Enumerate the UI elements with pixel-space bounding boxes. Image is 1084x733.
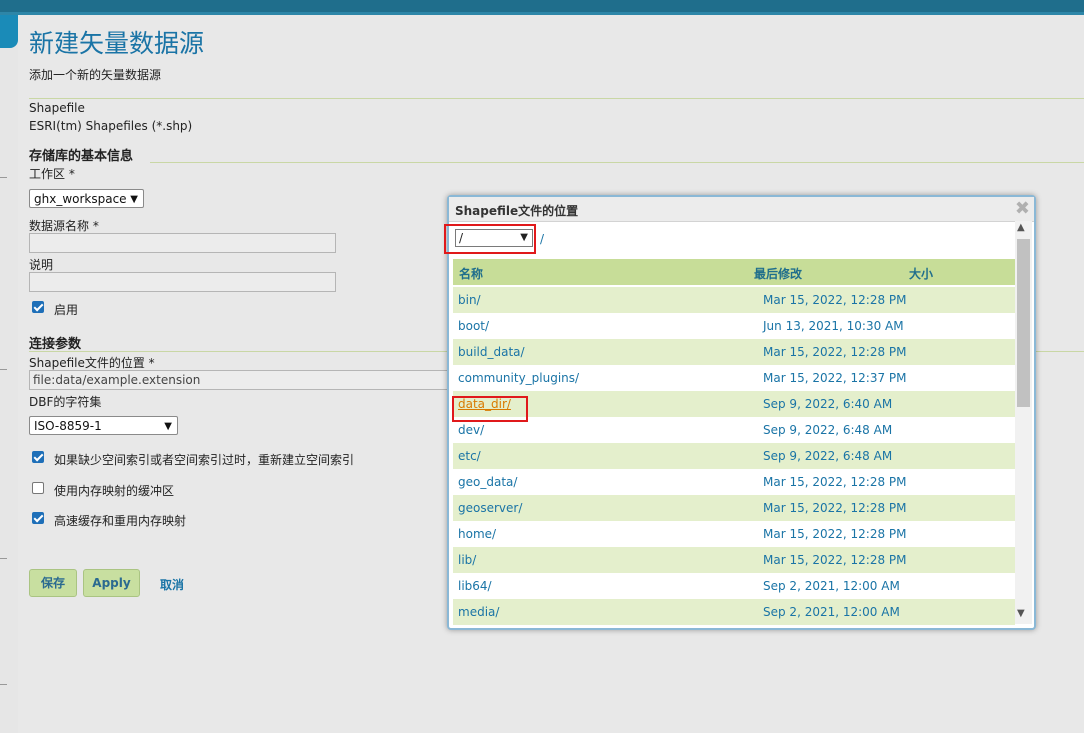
table-row[interactable]: boot/Jun 13, 2021, 10:30 AM	[453, 313, 1015, 339]
datasource-name-label: 数据源名称 *	[29, 219, 99, 233]
last-modified: Mar 15, 2022, 12:28 PM	[763, 293, 907, 307]
file-name-link[interactable]: geoserver/	[458, 501, 522, 515]
store-type-name: Shapefile	[29, 101, 85, 115]
last-modified: Sep 2, 2021, 12:00 AM	[763, 579, 900, 593]
rebuild-index-checkbox[interactable]	[32, 451, 44, 463]
rebuild-index-label: 如果缺少空间索引或者空间索引过时，重新建立空间索引	[54, 453, 355, 467]
file-name-link[interactable]: home/	[458, 527, 496, 541]
table-row[interactable]: etc/Sep 9, 2022, 6:48 AM	[453, 443, 1015, 469]
last-modified: Sep 2, 2021, 12:00 AM	[763, 605, 900, 619]
top-bar	[0, 0, 1084, 12]
table-row[interactable]: home/Mar 15, 2022, 12:28 PM	[453, 521, 1015, 547]
connection-params-heading: 连接参数	[29, 337, 82, 352]
workspace-label: 工作区 *	[29, 167, 75, 181]
table-row[interactable]: community_plugins/Mar 15, 2022, 12:37 PM	[453, 365, 1015, 391]
charset-select[interactable]: ISO-8859-1 ▼	[29, 416, 178, 435]
file-name-link[interactable]: bin/	[458, 293, 481, 307]
file-name-link[interactable]: geo_data/	[458, 475, 517, 489]
enabled-checkbox[interactable]	[32, 301, 44, 313]
save-button[interactable]: 保存	[29, 569, 77, 597]
file-chooser-dialog: Shapefile文件的位置 ✖ / ▼ / 名称 最后修改 大小 bin/Ma…	[444, 195, 1036, 630]
margin-tick	[0, 558, 7, 559]
workspace-select-value: ghx_workspace	[34, 192, 127, 206]
divider	[150, 162, 1084, 163]
cache-memory-maps-label: 高速缓存和重用内存映射	[54, 514, 187, 528]
left-edge-tab	[0, 15, 18, 48]
margin-tick	[0, 369, 7, 370]
page-title: 新建矢量数据源	[29, 29, 205, 58]
margin-tick	[0, 684, 7, 685]
shapefile-location-input[interactable]: file:data/example.extension	[29, 370, 449, 390]
highlight-box	[444, 224, 536, 254]
memory-mapped-label: 使用内存映射的缓冲区	[54, 484, 175, 498]
last-modified: Sep 9, 2022, 6:48 AM	[763, 449, 893, 463]
last-modified: Mar 15, 2022, 12:28 PM	[763, 475, 907, 489]
column-header-size[interactable]: 大小	[909, 265, 933, 282]
table-row[interactable]: geoserver/Mar 15, 2022, 12:28 PM	[453, 495, 1015, 521]
last-modified: Mar 15, 2022, 12:28 PM	[763, 553, 907, 567]
scroll-down-icon[interactable]: ▼	[1017, 608, 1025, 619]
last-modified: Mar 15, 2022, 12:28 PM	[763, 501, 907, 515]
enabled-label: 启用	[54, 303, 79, 317]
file-name-link[interactable]: media/	[458, 605, 499, 619]
table-row[interactable]: dev/Sep 9, 2022, 6:48 AM	[453, 417, 1015, 443]
current-path[interactable]: /	[540, 232, 544, 246]
table-row[interactable]: bin/Mar 15, 2022, 12:28 PM	[453, 287, 1015, 313]
charset-select-value: ISO-8859-1	[34, 419, 102, 433]
last-modified: Mar 15, 2022, 12:37 PM	[763, 371, 907, 385]
cache-memory-maps-checkbox[interactable]	[32, 512, 44, 524]
table-row[interactable]: build_data/Mar 15, 2022, 12:28 PM	[453, 339, 1015, 365]
description-input[interactable]	[29, 272, 336, 292]
table-row[interactable]: lib64/Sep 2, 2021, 12:00 AM	[453, 573, 1015, 599]
last-modified: Sep 9, 2022, 6:48 AM	[763, 423, 893, 437]
divider	[29, 98, 1084, 99]
last-modified: Mar 15, 2022, 12:28 PM	[763, 345, 907, 359]
table-row[interactable]: data_dir/Sep 9, 2022, 6:40 AM	[453, 391, 1015, 417]
file-name-link[interactable]: boot/	[458, 319, 489, 333]
store-type-description: ESRI(tm) Shapefiles (*.shp)	[29, 119, 193, 133]
scrollbar-thumb[interactable]	[1017, 239, 1030, 407]
file-name-link[interactable]: lib/	[458, 553, 476, 567]
memory-mapped-checkbox[interactable]	[32, 482, 44, 494]
last-modified: Sep 9, 2022, 6:40 AM	[763, 397, 893, 411]
dialog-title: Shapefile文件的位置	[455, 204, 579, 218]
close-icon[interactable]: ✖	[1015, 198, 1030, 219]
page-subtitle: 添加一个新的矢量数据源	[29, 68, 162, 82]
datasource-name-input[interactable]	[29, 233, 336, 253]
table-header: 名称 最后修改 大小	[453, 259, 1015, 285]
file-name-link[interactable]: build_data/	[458, 345, 525, 359]
apply-button[interactable]: Apply	[83, 569, 140, 597]
shapefile-location-label: Shapefile文件的位置 *	[29, 356, 155, 370]
dialog-header: Shapefile文件的位置 ✖	[449, 197, 1034, 222]
dialog-scrollbar[interactable]: ▲ ▼	[1015, 221, 1032, 624]
table-row[interactable]: lib/Mar 15, 2022, 12:28 PM	[453, 547, 1015, 573]
column-header-name[interactable]: 名称	[459, 265, 483, 282]
file-name-link[interactable]: etc/	[458, 449, 481, 463]
dbf-charset-label: DBF的字符集	[29, 395, 102, 409]
last-modified: Jun 13, 2021, 10:30 AM	[763, 319, 904, 333]
chevron-down-icon: ▼	[164, 421, 172, 432]
file-name-link[interactable]: dev/	[458, 423, 484, 437]
last-modified: Mar 15, 2022, 12:28 PM	[763, 527, 907, 541]
workspace-select[interactable]: ghx_workspace ▼	[29, 189, 144, 208]
description-label: 说明	[29, 258, 54, 272]
scroll-up-icon[interactable]: ▲	[1017, 222, 1025, 233]
file-name-link[interactable]: community_plugins/	[458, 371, 579, 385]
highlight-box	[452, 396, 528, 422]
basic-info-heading: 存储库的基本信息	[29, 149, 134, 164]
cancel-link[interactable]: 取消	[160, 576, 184, 593]
column-header-modified[interactable]: 最后修改	[754, 265, 802, 282]
file-name-link[interactable]: lib64/	[458, 579, 492, 593]
margin-tick	[0, 177, 7, 178]
table-row[interactable]: media/Sep 2, 2021, 12:00 AM	[453, 599, 1015, 625]
table-row[interactable]: geo_data/Mar 15, 2022, 12:28 PM	[453, 469, 1015, 495]
chevron-down-icon: ▼	[130, 194, 138, 205]
